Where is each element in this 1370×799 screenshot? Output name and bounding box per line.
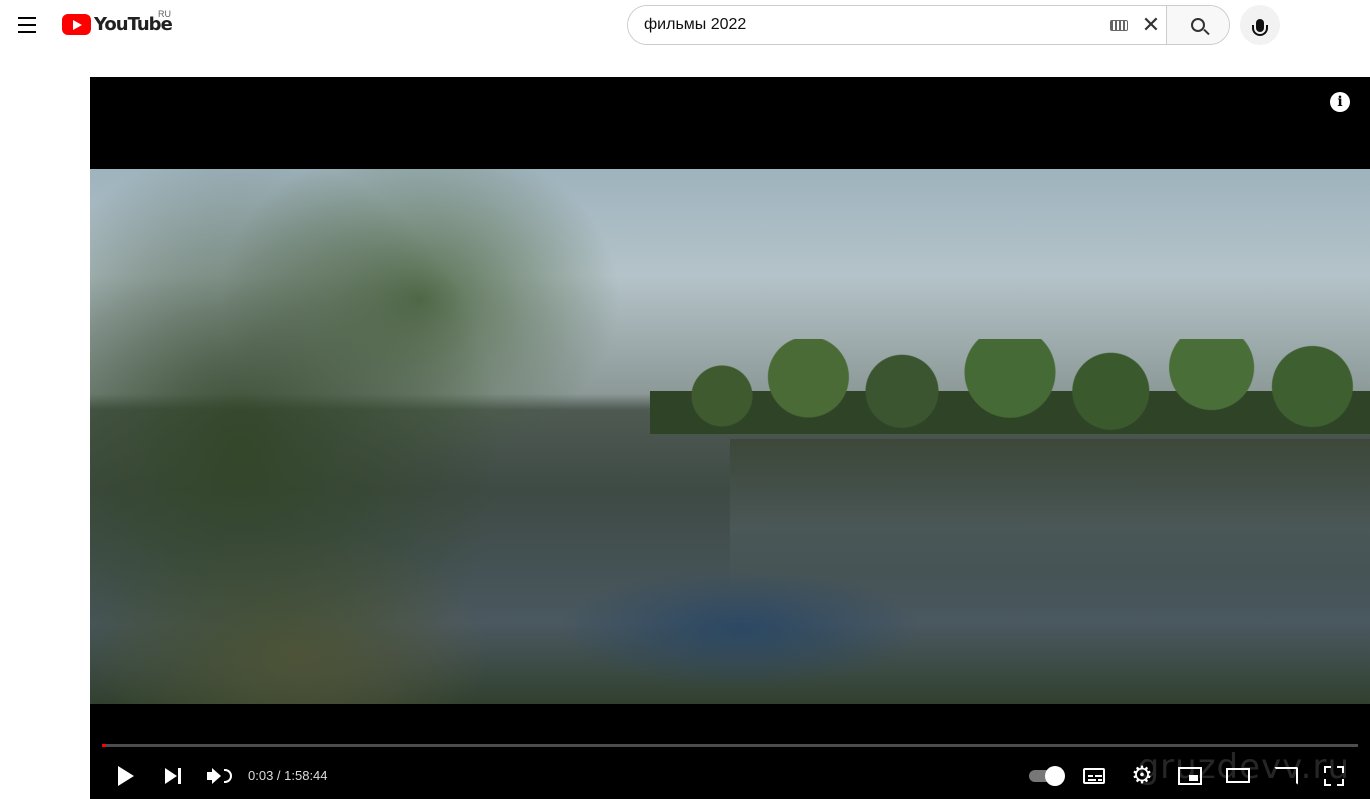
player-controls: 0:03 / 1:58:44 ⚙: [90, 752, 1370, 799]
progress-fill: [102, 744, 107, 747]
settings-icon[interactable]: ⚙: [1118, 752, 1166, 799]
search-button[interactable]: [1166, 6, 1229, 44]
mic-icon: [1252, 18, 1268, 36]
masthead: YouTube RU ✕: [0, 0, 1370, 50]
play-button[interactable]: [102, 752, 150, 799]
keyboard-icon[interactable]: [1108, 6, 1130, 44]
volume-button[interactable]: [196, 752, 242, 799]
video-player[interactable]: i gruzdevv.ru 0:03 / 1:58:44 ⚙: [90, 77, 1370, 799]
subtitles-icon[interactable]: [1070, 752, 1118, 799]
treeline: [650, 339, 1370, 434]
foreground-bushes: [90, 169, 690, 704]
video-frame[interactable]: [90, 169, 1370, 704]
youtube-logo[interactable]: YouTube RU: [62, 9, 173, 35]
cast-icon[interactable]: [1262, 752, 1310, 799]
info-icon[interactable]: i: [1330, 92, 1350, 112]
youtube-logo-icon: [62, 14, 91, 35]
menu-icon[interactable]: [12, 10, 42, 40]
voice-search-button[interactable]: [1240, 5, 1280, 45]
time-display: 0:03 / 1:58:44: [248, 768, 328, 783]
search-icon: [1191, 18, 1205, 32]
clear-icon[interactable]: ✕: [1136, 6, 1166, 44]
theater-icon[interactable]: [1214, 752, 1262, 799]
autoplay-toggle-icon[interactable]: [1020, 752, 1070, 799]
fullscreen-icon[interactable]: [1310, 752, 1358, 799]
search-input[interactable]: [628, 6, 1108, 44]
water-reflection: [730, 439, 1370, 589]
miniplayer-icon[interactable]: [1166, 752, 1214, 799]
search-box: ✕: [627, 5, 1230, 45]
next-button[interactable]: [150, 752, 196, 799]
region-code: RU: [158, 9, 171, 19]
